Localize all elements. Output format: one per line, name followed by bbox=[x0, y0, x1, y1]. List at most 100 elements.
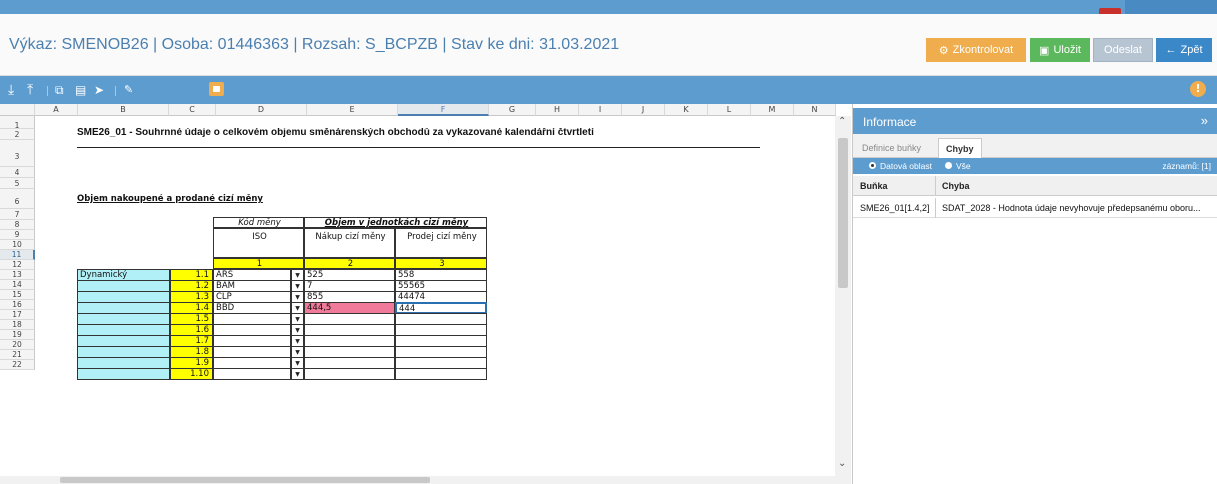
vertical-scroll-thumb[interactable] bbox=[838, 138, 848, 288]
info-panel-header: Informace » bbox=[853, 108, 1217, 134]
row-header-21[interactable]: 21 bbox=[0, 350, 35, 360]
row-header-19[interactable]: 19 bbox=[0, 330, 35, 340]
info-panel-title: Informace bbox=[863, 115, 917, 129]
warning-icon[interactable]: ! bbox=[1190, 81, 1206, 97]
buy-cell[interactable] bbox=[304, 368, 395, 380]
col-error-header: Chyba bbox=[942, 181, 970, 191]
horizontal-scroll-thumb[interactable] bbox=[60, 477, 430, 483]
arrow-left-icon: ← bbox=[1165, 44, 1177, 56]
error-row[interactable]: SME26_01[1.4,2] SDAT_2028 - Hodnota údaj… bbox=[853, 198, 1217, 218]
error-text: SDAT_2028 - Hodnota údaje nevyhovuje pře… bbox=[942, 203, 1201, 213]
tab-cell-definition[interactable]: Definice buňky bbox=[855, 138, 928, 158]
title-underline bbox=[77, 147, 760, 148]
panel-tabs: Definice buňky Chyby bbox=[853, 134, 1217, 158]
row-label-cell[interactable] bbox=[77, 368, 170, 380]
report-title: SME26_01 - Souhrnné údaje o celkovém obj… bbox=[77, 128, 594, 138]
column-header-L[interactable]: L bbox=[708, 104, 751, 116]
row-header-2[interactable]: 2 bbox=[0, 129, 35, 140]
row-header-5[interactable]: 5 bbox=[0, 178, 35, 189]
send-icon[interactable]: ➤ bbox=[94, 82, 104, 98]
download-icon[interactable]: ⤓ bbox=[8, 82, 14, 98]
copy-icon[interactable]: ⧉ bbox=[55, 82, 64, 98]
scroll-down-icon[interactable]: ⌄ bbox=[838, 458, 846, 469]
tab-errors[interactable]: Chyby bbox=[938, 138, 982, 158]
paste-icon[interactable]: ▤ bbox=[75, 82, 86, 98]
error-cell-ref: SME26_01[1.4,2] bbox=[860, 203, 930, 213]
section-title: Objem nakoupené a prodané cizí měny bbox=[77, 194, 263, 204]
gears-icon: ⚙ bbox=[938, 44, 949, 57]
floppy-icon: ▣ bbox=[1039, 44, 1050, 57]
app-window: Výkaz: SMENOB26 | Osoba: 01446363 | Rozs… bbox=[0, 0, 1217, 484]
column-header-F[interactable]: F bbox=[398, 104, 489, 116]
colnum-1: 1 bbox=[213, 258, 304, 269]
column-header-G[interactable]: G bbox=[489, 104, 536, 116]
top-strip bbox=[0, 0, 1217, 14]
filter-bar: Datová oblast Vše záznamů: [1] bbox=[853, 158, 1217, 174]
row-number-cell: 1.10 bbox=[170, 368, 213, 380]
column-header-B[interactable]: B bbox=[78, 104, 169, 116]
row-header-11[interactable]: 11 bbox=[0, 250, 35, 260]
back-button[interactable]: ← Zpět bbox=[1156, 38, 1212, 62]
iso-code-cell[interactable] bbox=[213, 368, 291, 380]
row-header-3[interactable]: 3 bbox=[0, 140, 35, 167]
save-button[interactable]: ▣ Uložit bbox=[1030, 38, 1090, 62]
row-header-9[interactable]: 9 bbox=[0, 230, 35, 240]
errors-table-header: Buňka Chyba bbox=[853, 176, 1217, 196]
spreadsheet[interactable]: ABCDEFGHIJKLMN 1 2 3 4 5 6 7 8 9 10 11 12 13 14 15 16 17… bbox=[0, 104, 851, 484]
row-header-6[interactable]: 6 bbox=[0, 189, 35, 209]
corner-cell[interactable] bbox=[0, 104, 35, 116]
radio-data-area[interactable] bbox=[869, 162, 876, 169]
header: Výkaz: SMENOB26 | Osoba: 01446363 | Rozs… bbox=[0, 14, 1217, 76]
info-panel: Informace » Definice buňky Chyby Datová … bbox=[852, 104, 1217, 484]
row-header-13[interactable]: 13 bbox=[0, 270, 35, 280]
row-header-12[interactable]: 12 bbox=[0, 260, 35, 270]
collapse-icon[interactable]: » bbox=[1201, 113, 1208, 128]
row-header-1[interactable]: 1 bbox=[0, 116, 35, 130]
record-count: záznamů: [1] bbox=[1162, 161, 1211, 171]
row-header-8[interactable]: 8 bbox=[0, 220, 35, 230]
colnum-3: 3 bbox=[395, 258, 487, 269]
row-header-16[interactable]: 16 bbox=[0, 300, 35, 310]
column-header-N[interactable]: N bbox=[794, 104, 836, 116]
header-volume: Objem v jednotkách cizí měny bbox=[304, 217, 487, 228]
row-header-7[interactable]: 7 bbox=[0, 209, 35, 220]
row-header-18[interactable]: 18 bbox=[0, 320, 35, 330]
page-title: Výkaz: SMENOB26 | Osoba: 01446363 | Rozs… bbox=[9, 36, 620, 53]
column-header-K[interactable]: K bbox=[665, 104, 708, 116]
pencil-icon[interactable]: ✎ bbox=[124, 82, 133, 98]
col-cell-header: Buňka bbox=[860, 181, 888, 191]
row-header-20[interactable]: 20 bbox=[0, 340, 35, 350]
column-header-J[interactable]: J bbox=[622, 104, 665, 116]
colnum-2: 2 bbox=[304, 258, 395, 269]
column-header-M[interactable]: M bbox=[751, 104, 794, 116]
column-header-H[interactable]: H bbox=[536, 104, 579, 116]
send-button[interactable]: Odeslat bbox=[1093, 38, 1153, 62]
column-header-D[interactable]: D bbox=[216, 104, 307, 116]
radio-data-area-label: Datová oblast bbox=[880, 161, 932, 171]
row-header-14[interactable]: 14 bbox=[0, 280, 35, 290]
vertical-scrollbar[interactable]: ⌃ ⌄ bbox=[835, 116, 851, 484]
comment-icon[interactable] bbox=[209, 82, 224, 96]
header-sell: Prodej cizí měny bbox=[395, 228, 487, 258]
radio-all[interactable] bbox=[945, 162, 952, 169]
upload-icon[interactable]: ⤒ bbox=[27, 82, 33, 98]
check-button[interactable]: ⚙ Zkontrolovat bbox=[926, 38, 1026, 62]
header-buy: Nákup cizí měny bbox=[304, 228, 395, 258]
column-header-I[interactable]: I bbox=[579, 104, 622, 116]
column-header-E[interactable]: E bbox=[307, 104, 398, 116]
radio-all-label: Vše bbox=[956, 161, 971, 171]
toolbar: ⤓ ⤒ ⧉ ▤ ➤ ✎ ! bbox=[0, 76, 1217, 104]
row-header-22[interactable]: 22 bbox=[0, 360, 35, 370]
dropdown-arrow-icon[interactable]: ▼ bbox=[291, 368, 304, 380]
header-iso: ISO bbox=[213, 228, 304, 258]
horizontal-scrollbar[interactable] bbox=[0, 476, 835, 484]
row-header-17[interactable]: 17 bbox=[0, 310, 35, 320]
column-header-C[interactable]: C bbox=[169, 104, 216, 116]
sell-cell[interactable] bbox=[395, 368, 487, 380]
scroll-up-icon[interactable]: ⌃ bbox=[838, 116, 846, 127]
header-code: Kód měny bbox=[213, 217, 304, 228]
column-header-A[interactable]: A bbox=[35, 104, 78, 116]
row-header-15[interactable]: 15 bbox=[0, 290, 35, 300]
row-header-4[interactable]: 4 bbox=[0, 167, 35, 178]
row-header-10[interactable]: 10 bbox=[0, 240, 35, 250]
